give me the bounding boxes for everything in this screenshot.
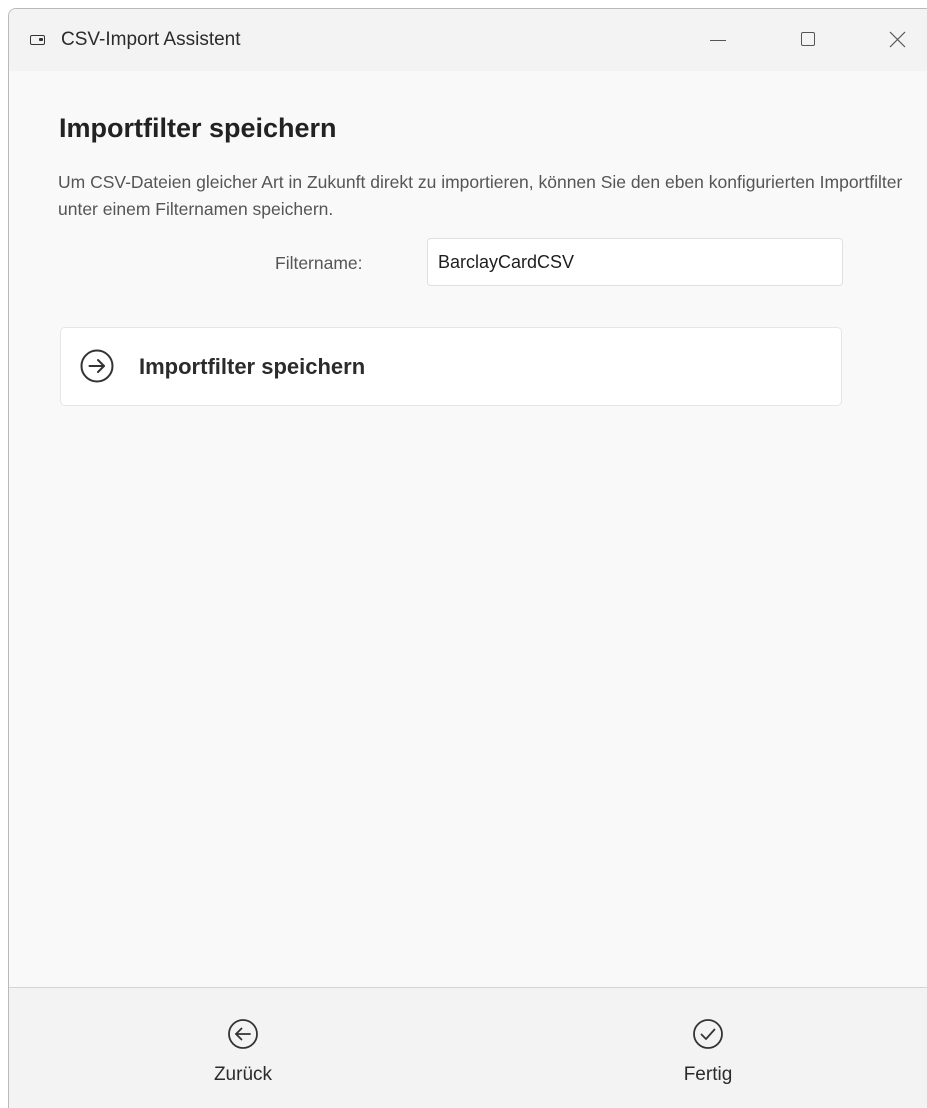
back-button[interactable]: Zurück [153,988,333,1108]
window-icon [30,35,45,45]
footer-bar: Zurück Fertig [9,987,927,1108]
csv-import-window: CSV-Import Assistent Importfilter speich… [8,8,927,1108]
back-label: Zurück [213,1064,273,1085]
page-title: Importfilter speichern [59,113,337,143]
arrow-left-circle-icon [228,1019,258,1049]
minimize-button[interactable] [695,9,741,71]
done-label: Fertig [683,1064,733,1085]
title-bar[interactable]: CSV-Import Assistent [9,9,927,71]
arrow-right-circle-icon [80,349,114,383]
save-filter-label: Importfilter speichern [139,354,366,379]
page-description: Um CSV-Dateien gleicher Art in Zukunft d… [58,172,903,219]
maximize-icon [801,32,815,46]
minimize-icon [710,40,726,41]
window-title: CSV-Import Assistent [61,29,241,50]
close-icon [889,31,906,48]
filter-name-input[interactable] [427,238,843,286]
maximize-button[interactable] [785,9,831,71]
close-button[interactable] [874,9,920,71]
done-button[interactable]: Fertig [618,988,798,1108]
check-circle-icon [693,1019,723,1049]
filter-name-label: Filtername: [275,253,363,273]
save-filter-button[interactable]: Importfilter speichern [60,327,842,406]
